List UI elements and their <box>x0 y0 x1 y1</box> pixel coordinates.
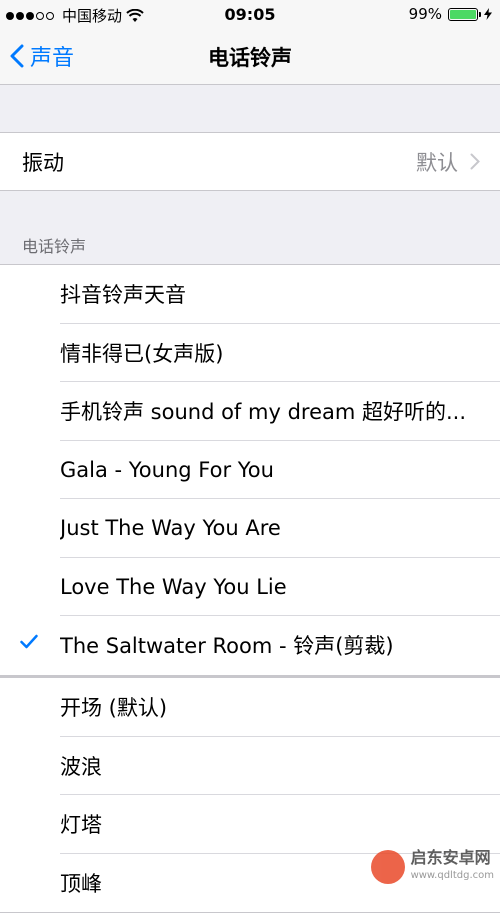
ringtone-row[interactable]: The Saltwater Room - 铃声(剪裁) <box>0 616 500 675</box>
ringtone-row[interactable]: 情非得已(女声版) <box>0 324 500 383</box>
page-title: 电话铃声 <box>208 46 292 70</box>
ringtone-label: 灯塔 <box>60 813 102 838</box>
ringtone-row[interactable]: 开场 (默认) <box>0 678 500 737</box>
ringtone-row[interactable]: 波浪 <box>0 737 500 796</box>
section-header: 电话铃声 <box>22 237 87 256</box>
ringtone-label: 情非得已(女声版) <box>60 341 224 366</box>
watermark-logo <box>370 850 405 884</box>
status-bar-right: 99% <box>409 5 492 23</box>
charging-icon <box>484 8 492 20</box>
ringtone-label: The Saltwater Room - 铃声(剪裁) <box>60 634 394 659</box>
checkmark-icon <box>20 634 38 649</box>
chevron-right-icon <box>470 153 480 170</box>
vibration-label: 振动 <box>22 150 64 175</box>
ringtone-label: 波浪 <box>60 754 102 779</box>
ringtone-row[interactable]: 手机铃声 sound of my dream 超好听的... <box>0 382 500 441</box>
watermark: 启东安卓网 www.qdltdg.com <box>370 848 494 885</box>
ringtone-label: 手机铃声 sound of my dream 超好听的... <box>60 400 467 425</box>
battery-percent: 99% <box>408 5 442 23</box>
ringtone-row[interactable]: Just The Way You Are <box>0 499 500 558</box>
ringtone-label: Just The Way You Are <box>60 516 281 541</box>
vibration-value: 默认 <box>416 150 458 175</box>
watermark-name: 启东安卓网 <box>410 848 491 867</box>
ringtone-row[interactable]: Gala - Young For You <box>0 441 500 500</box>
ringtone-label: 开场 (默认) <box>60 696 168 721</box>
ringtone-label: Gala - Young For You <box>60 457 274 482</box>
watermark-url: www.qdltdg.com <box>410 870 494 881</box>
battery-level <box>450 9 476 19</box>
battery-icon <box>448 7 481 21</box>
ringtone-row[interactable]: 抖音铃声天音 <box>0 265 500 324</box>
ringtone-row[interactable]: Love The Way You Lie <box>0 558 500 617</box>
ringtone-row[interactable]: 灯塔 <box>0 795 500 854</box>
ringtone-label: 顶峰 <box>60 871 102 896</box>
status-bar: 中国移动 09:05 99% <box>0 0 500 28</box>
vibration-row[interactable]: 振动 默认 <box>0 133 500 190</box>
vibration-group: 振动 默认 <box>0 132 500 191</box>
ringtone-list: 抖音铃声天音情非得已(女声版) 手机铃声 sound of my dream 超好… <box>0 264 500 676</box>
ringtone-label: Love The Way You Lie <box>60 574 287 599</box>
navigation-bar: 声音 电话铃声 <box>0 28 500 85</box>
ringtone-label: 抖音铃声天音 <box>60 283 186 308</box>
